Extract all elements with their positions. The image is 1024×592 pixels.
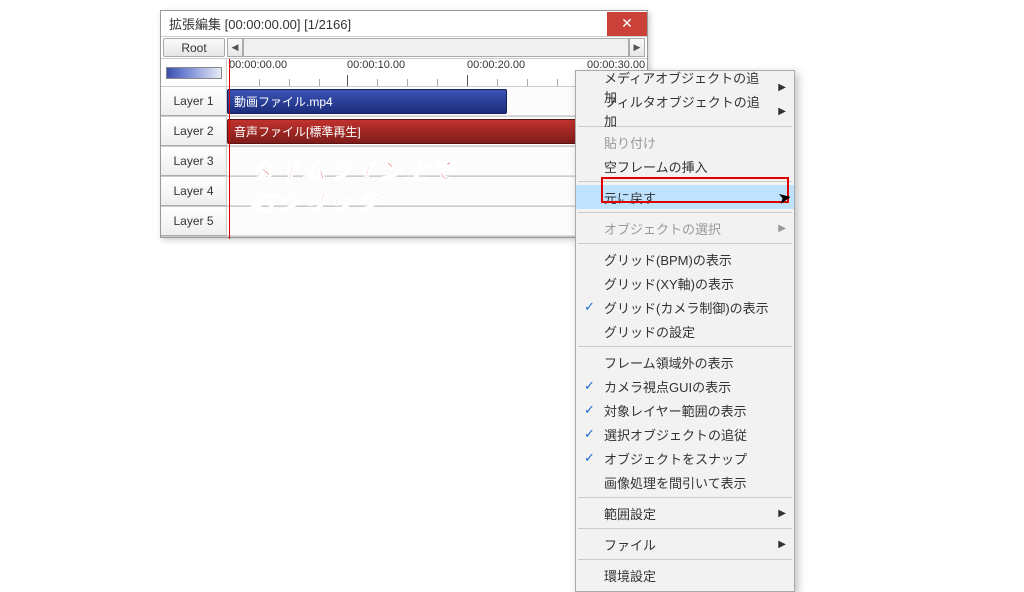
video-clip[interactable]: 動画ファイル.mp4 <box>227 89 507 114</box>
menu-env-settings[interactable]: 環境設定 <box>576 563 794 587</box>
menu-range-settings[interactable]: 範囲設定▶ <box>576 501 794 525</box>
menu-insert-empty-frame[interactable]: 空フレームの挿入 <box>576 154 794 178</box>
menu-separator <box>578 243 792 244</box>
chevron-right-icon: ▶ <box>778 223 786 234</box>
ruler-tick-label: 00:00:20.00 <box>467 59 525 71</box>
menu-separator <box>578 181 792 182</box>
menu-separator <box>578 212 792 213</box>
menu-thin-display[interactable]: 画像処理を間引いて表示 <box>576 470 794 494</box>
scroll-right-button[interactable]: ▶ <box>629 38 645 57</box>
chevron-right-icon: ▶ <box>778 106 786 117</box>
menu-separator <box>578 559 792 560</box>
chevron-right-icon: ▶ <box>778 82 786 93</box>
ruler-tick-label: 00:00:00.00 <box>229 59 287 71</box>
layer-header[interactable]: Layer 5 <box>161 207 227 236</box>
menu-camera-gui[interactable]: ✓カメラ視点GUIの表示 <box>576 374 794 398</box>
layer-header[interactable]: Layer 2 <box>161 117 227 146</box>
ruler-tick-label: 00:00:10.00 <box>347 59 405 71</box>
menu-follow-select[interactable]: ✓選択オブジェクトの追従 <box>576 422 794 446</box>
layer-header[interactable]: Layer 1 <box>161 87 227 116</box>
menu-grid-settings[interactable]: グリッドの設定 <box>576 319 794 343</box>
menu-paste: 貼り付け <box>576 130 794 154</box>
scroll-track[interactable] <box>243 38 629 57</box>
menu-separator <box>578 497 792 498</box>
scrollbar-row: Root ◀ ▶ <box>161 37 647 59</box>
titlebar: 拡張編集 [00:00:00.00] [1/2166] ✕ <box>161 11 647 37</box>
clip-label: 音声ファイル[標準再生] <box>234 123 361 140</box>
chevron-right-icon: ▶ <box>778 508 786 519</box>
menu-snap-object[interactable]: ✓オブジェクトをスナップ <box>576 446 794 470</box>
close-button[interactable]: ✕ <box>607 12 647 36</box>
clip-label: 動画ファイル.mp4 <box>234 93 333 110</box>
menu-separator <box>578 346 792 347</box>
close-icon: ✕ <box>621 15 633 32</box>
check-icon: ✓ <box>584 299 595 315</box>
audio-clip[interactable]: 音声ファイル[標準再生] <box>227 119 577 144</box>
menu-undo[interactable]: 元に戻す <box>576 185 794 209</box>
zoom-scale-bar <box>166 67 222 79</box>
zoom-scale[interactable] <box>161 59 227 86</box>
menu-grid-xy[interactable]: グリッド(XY軸)の表示 <box>576 271 794 295</box>
chevron-right-icon: ▶ <box>778 539 786 550</box>
menu-select-object: オブジェクトの選択▶ <box>576 216 794 240</box>
check-icon: ✓ <box>584 402 595 418</box>
menu-frame-outside[interactable]: フレーム領域外の表示 <box>576 350 794 374</box>
check-icon: ✓ <box>584 426 595 442</box>
menu-separator <box>578 528 792 529</box>
menu-grid-camera[interactable]: ✓グリッド(カメラ制御)の表示 <box>576 295 794 319</box>
context-menu: メディアオブジェクトの追加▶ フィルタオブジェクトの追加▶ 貼り付け 空フレーム… <box>575 70 795 592</box>
root-button[interactable]: Root <box>163 38 225 57</box>
menu-file[interactable]: ファイル▶ <box>576 532 794 556</box>
menu-add-filter-object[interactable]: フィルタオブジェクトの追加▶ <box>576 99 794 123</box>
playhead[interactable] <box>229 59 230 239</box>
layer-header[interactable]: Layer 3 <box>161 147 227 176</box>
menu-layer-range[interactable]: ✓対象レイヤー範囲の表示 <box>576 398 794 422</box>
check-icon: ✓ <box>584 450 595 466</box>
window-title: 拡張編集 [00:00:00.00] [1/2166] <box>161 14 607 33</box>
check-icon: ✓ <box>584 378 595 394</box>
menu-grid-bpm[interactable]: グリッド(BPM)の表示 <box>576 247 794 271</box>
layer-header[interactable]: Layer 4 <box>161 177 227 206</box>
scroll-left-button[interactable]: ◀ <box>227 38 243 57</box>
